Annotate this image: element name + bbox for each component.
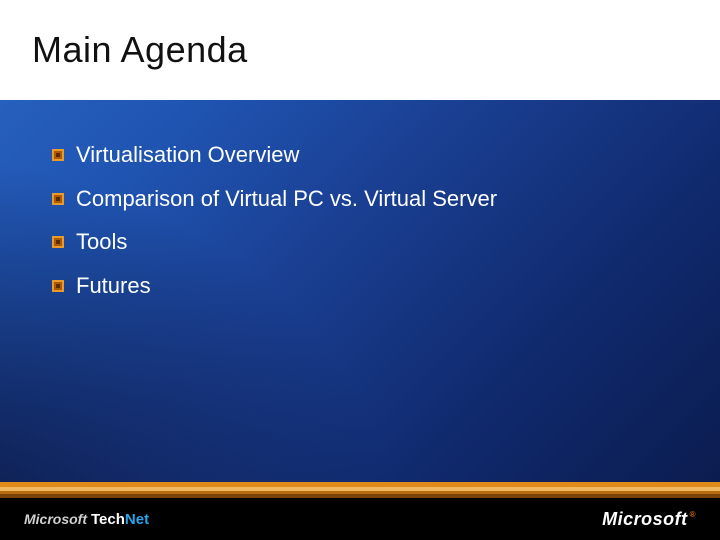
- list-item: Virtualisation Overview: [52, 140, 680, 170]
- bullet-icon: [52, 280, 64, 292]
- bullet-text: Tools: [76, 227, 127, 257]
- bullet-text: Virtualisation Overview: [76, 140, 299, 170]
- slide-title: Main Agenda: [32, 29, 248, 71]
- bullet-list: Virtualisation Overview Comparison of Vi…: [52, 140, 680, 315]
- title-band: Main Agenda: [0, 0, 720, 100]
- logo-brand-text: Microsoft: [602, 509, 688, 530]
- bullet-icon: [52, 193, 64, 205]
- list-item: Tools: [52, 227, 680, 257]
- bullet-text: Futures: [76, 271, 151, 301]
- list-item: Comparison of Virtual PC vs. Virtual Ser…: [52, 184, 680, 214]
- bullet-icon: [52, 149, 64, 161]
- footer-divider: [0, 482, 720, 498]
- logo-brand-text: Microsoft: [24, 511, 87, 527]
- registered-icon: ®: [690, 510, 696, 519]
- bullet-text: Comparison of Virtual PC vs. Virtual Ser…: [76, 184, 497, 214]
- bullet-icon: [52, 236, 64, 248]
- logo-product-text: TechNet: [91, 511, 149, 528]
- footer-bar: Microsoft TechNet Microsoft ®: [0, 498, 720, 540]
- slide: Main Agenda Virtualisation Overview: [0, 0, 720, 540]
- microsoft-logo: Microsoft ®: [602, 509, 696, 530]
- technet-logo: Microsoft TechNet: [24, 511, 149, 528]
- list-item: Futures: [52, 271, 680, 301]
